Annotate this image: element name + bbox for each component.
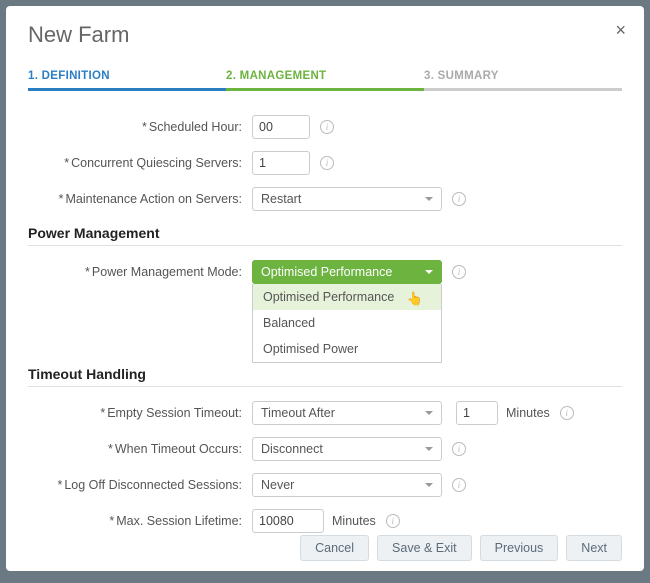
minutes-unit: Minutes (332, 514, 376, 528)
save-exit-button[interactable]: Save & Exit (377, 535, 472, 561)
label-concurrent: Concurrent Quiescing Servers: (28, 156, 252, 170)
max-lifetime-input[interactable] (252, 509, 324, 533)
close-icon[interactable]: × (615, 20, 626, 41)
cursor-icon: 👆 (407, 291, 423, 307)
new-farm-modal: × New Farm 1. DEFINITION 2. MANAGEMENT 3… (6, 6, 644, 571)
empty-session-minutes-input[interactable] (456, 401, 498, 425)
tab-definition[interactable]: 1. DEFINITION (28, 66, 226, 91)
label-max-lifetime: Max. Session Lifetime: (28, 514, 252, 528)
divider (28, 386, 622, 387)
info-icon[interactable]: i (452, 192, 466, 206)
info-icon[interactable]: i (452, 265, 466, 279)
tab-management[interactable]: 2. MANAGEMENT (226, 66, 424, 91)
label-when-timeout: When Timeout Occurs: (28, 442, 252, 456)
label-scheduled-hour: Scheduled Hour: (28, 120, 252, 134)
empty-session-select[interactable]: Timeout After (252, 401, 442, 425)
maint-action-select[interactable]: Restart (252, 187, 442, 211)
logoff-select[interactable]: Never (252, 473, 442, 497)
info-icon[interactable]: i (320, 156, 334, 170)
section-timeout-handling: Timeout Handling (28, 366, 622, 382)
form-area: Scheduled Hour: i Concurrent Quiescing S… (28, 91, 622, 533)
option-optimised-power[interactable]: Optimised Power (253, 336, 441, 362)
power-mode-dropdown-wrap: Optimised Performance Optimised Performa… (252, 260, 442, 284)
when-timeout-select[interactable]: Disconnect (252, 437, 442, 461)
footer-buttons: Cancel Save & Exit Previous Next (300, 535, 622, 561)
label-logoff: Log Off Disconnected Sessions: (28, 478, 252, 492)
info-icon[interactable]: i (320, 120, 334, 134)
next-button[interactable]: Next (566, 535, 622, 561)
info-icon[interactable]: i (386, 514, 400, 528)
wizard-tabs: 1. DEFINITION 2. MANAGEMENT 3. SUMMARY (28, 66, 622, 91)
info-icon[interactable]: i (452, 442, 466, 456)
previous-button[interactable]: Previous (480, 535, 559, 561)
power-mode-menu: Optimised Performance 👆 Balanced Optimis… (252, 284, 442, 363)
info-icon[interactable]: i (452, 478, 466, 492)
option-optimised-performance[interactable]: Optimised Performance 👆 (253, 284, 441, 310)
minutes-unit: Minutes (506, 406, 550, 420)
section-power-management: Power Management (28, 225, 622, 241)
label-empty-session: Empty Session Timeout: (28, 406, 252, 420)
label-power-mode: Power Management Mode: (28, 265, 252, 279)
scheduled-hour-input[interactable] (252, 115, 310, 139)
cancel-button[interactable]: Cancel (300, 535, 369, 561)
divider (28, 245, 622, 246)
concurrent-input[interactable] (252, 151, 310, 175)
label-maint-action: Maintenance Action on Servers: (28, 192, 252, 206)
option-balanced[interactable]: Balanced (253, 310, 441, 336)
tab-summary[interactable]: 3. SUMMARY (424, 66, 622, 91)
modal-title: New Farm (28, 22, 622, 48)
power-mode-select[interactable]: Optimised Performance (252, 260, 442, 284)
info-icon[interactable]: i (560, 406, 574, 420)
